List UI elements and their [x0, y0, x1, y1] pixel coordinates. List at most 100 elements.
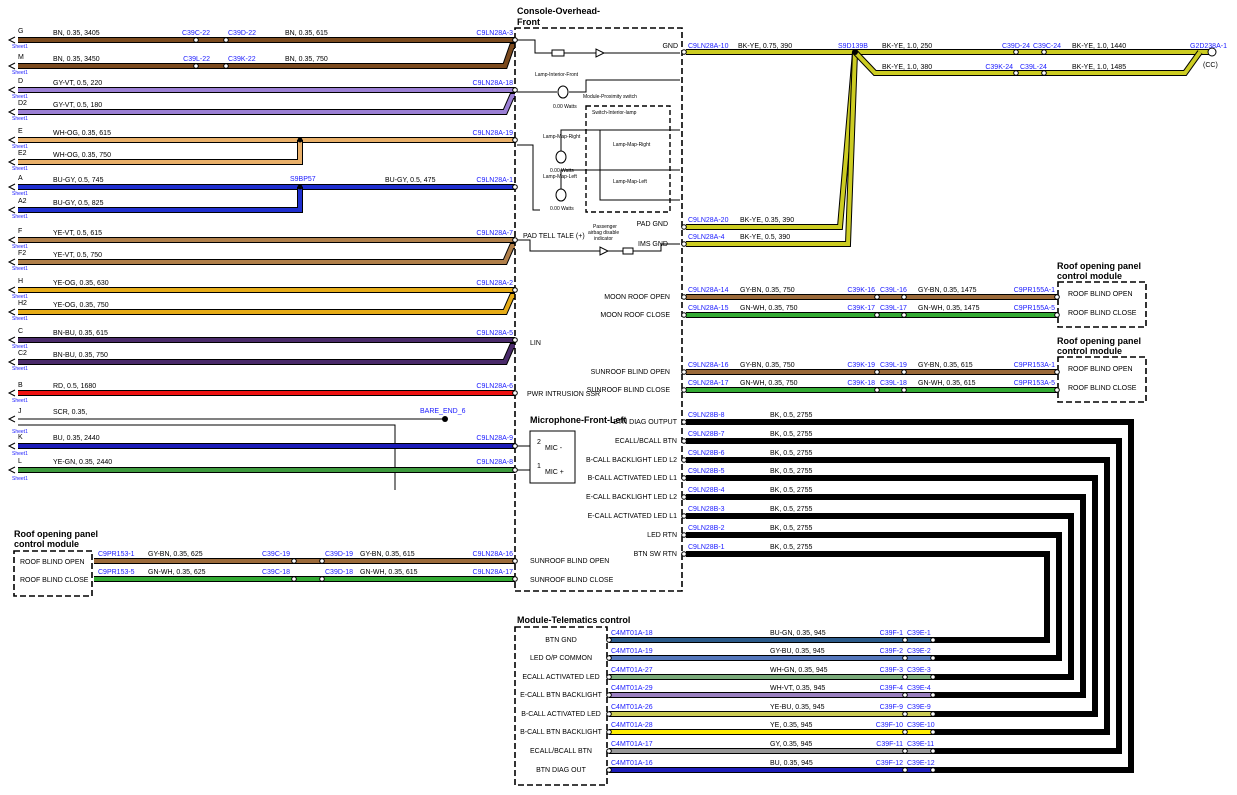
- watts: 0.00 Watts: [550, 206, 574, 212]
- pin-ring: [681, 457, 687, 463]
- pin-ring: [681, 241, 687, 247]
- wire-spec: SCR, 0.35,: [53, 409, 87, 416]
- sheet-arrow: [7, 36, 16, 44]
- splice-label: C39D-19: [325, 551, 353, 558]
- splice-ring: [223, 63, 229, 69]
- pin-ring: [930, 674, 936, 680]
- bk-wire-0-outline: [686, 419, 1134, 773]
- roof-module-2-title: Roof opening panel: [1057, 336, 1141, 346]
- splice-label: C39F-11: [876, 741, 903, 748]
- sheet-arrow: [7, 466, 16, 474]
- pin-label: C9LN28B-8: [688, 412, 725, 419]
- roof-module-1-title: Roof opening panel: [1057, 261, 1141, 271]
- pin-ring: [1054, 387, 1060, 393]
- pin-ring: [512, 443, 518, 449]
- splice-label: C39E-9: [907, 704, 931, 711]
- pin-ring: [681, 294, 687, 300]
- gnd-label: GND: [662, 43, 678, 50]
- pin-ring: [902, 711, 908, 717]
- roof-close: ROOF BLIND CLOSE: [20, 577, 89, 584]
- splice-label: C39E-10: [907, 722, 935, 729]
- mic-title: Microphone-Front-Left: [530, 415, 626, 425]
- wire-spec: BN-BU, 0.35, 615: [53, 330, 108, 337]
- pin-label: C9PR155A-1: [1014, 287, 1055, 294]
- pin-ring: [902, 767, 908, 773]
- console-title-2: Front: [517, 17, 540, 27]
- sheet-label: Sheet1: [12, 266, 28, 272]
- diode: [595, 48, 606, 58]
- pin-ring: [512, 237, 518, 243]
- wire-spec: BK-YE, 0.5, 390: [740, 234, 790, 241]
- console-right-label: SUNROOF BLIND OPEN: [591, 369, 670, 376]
- pin-ring: [512, 37, 518, 43]
- wire-spec: BK, 0.5, 2755: [770, 450, 813, 457]
- splice-label: C39L-19: [880, 362, 907, 369]
- pin-ring: [512, 576, 518, 582]
- wire-spec: BK, 0.5, 2755: [770, 544, 813, 551]
- splice-label: C39F-3: [880, 667, 903, 674]
- ground-label: G2D238A-1: [1190, 43, 1227, 50]
- wire-spec: YE-BU, 0.35, 945: [770, 704, 825, 711]
- bk-wire-7: [686, 552, 1049, 642]
- map-switch: [599, 130, 680, 201]
- pin-ring: [681, 49, 687, 55]
- splice-ring: [193, 37, 199, 43]
- wire-spec: BK-YE, 1.0, 1485: [1072, 64, 1126, 71]
- sunroof-close: SUNROOF BLIND CLOSE: [530, 577, 614, 584]
- pin-label: C9LN28A-8: [476, 459, 513, 466]
- telematics-label: LED O/P COMMON: [530, 655, 592, 662]
- pin-ring: [930, 729, 936, 735]
- wire-letter: C2: [18, 350, 27, 357]
- bk-wire-0: [686, 420, 1133, 772]
- pin-label: C9LN28B-2: [688, 525, 725, 532]
- telematics-label: BTN GND: [545, 637, 577, 644]
- pin-ring: [902, 692, 908, 698]
- pin-ring: [874, 369, 880, 375]
- sheet-arrow: [7, 86, 16, 94]
- console-bk-label: B-CALL BACKLIGHT LED L2: [586, 457, 677, 464]
- sheet-label: Sheet1: [12, 94, 28, 100]
- pin-ring: [606, 748, 612, 754]
- lin-label: LIN: [530, 340, 541, 347]
- pin-ring: [606, 637, 612, 643]
- wire-spec: YE-GN, 0.35, 2440: [53, 459, 112, 466]
- splice-label: C39L-16: [880, 287, 907, 294]
- console-right-label: SUNROOF BLIND CLOSE: [587, 387, 671, 394]
- splice-label: C39K-18: [847, 380, 875, 387]
- wire-spec: GN-WH, 0.35, 615: [918, 380, 976, 387]
- console-right-label: MOON ROOF CLOSE: [600, 312, 670, 319]
- pin-ring: [1041, 70, 1047, 76]
- pin-ring: [512, 337, 518, 343]
- pin-label: C9LN28A-20: [688, 217, 729, 224]
- pin-ring: [1013, 49, 1019, 55]
- wire-spec: GY-BN, 0.35, 625: [148, 551, 203, 558]
- lamp-right: Lamp-Map-Right: [543, 134, 581, 140]
- splice-label: C39E-11: [907, 741, 934, 748]
- pin-label: C4MT01A-26: [611, 704, 653, 711]
- wire-spec: GN-WH, 0.35, 750: [740, 305, 798, 312]
- pin-ring: [606, 767, 612, 773]
- splice-label: C39F-2: [880, 648, 903, 655]
- wire-letter: J: [18, 408, 22, 415]
- sheet-label: Sheet1: [12, 144, 28, 150]
- pin-label: C9LN28B-5: [688, 468, 725, 475]
- telematics-label: ECALL/BCALL BTN: [530, 748, 592, 755]
- pin-ring: [902, 637, 908, 643]
- pin-ring: [681, 513, 687, 519]
- pin-ring: [874, 294, 880, 300]
- console-bk-label: LED RTN: [647, 532, 677, 539]
- ims-gnd: IMS GND: [638, 241, 668, 248]
- splice-label: C39K-24: [985, 64, 1013, 71]
- pin-ring: [930, 692, 936, 698]
- wire-spec: BK, 0.5, 2755: [770, 431, 813, 438]
- lamp-right-bulb: [555, 150, 567, 164]
- roof-open: ROOF BLIND OPEN: [20, 559, 85, 566]
- wire-letter: F2: [18, 250, 26, 257]
- pin-ring: [930, 655, 936, 661]
- wire-spec: YE-VT, 0.5, 750: [53, 252, 102, 259]
- bk-wire-4: [686, 495, 1085, 697]
- sheet-arrow: [7, 308, 16, 316]
- sheet-label: Sheet1: [12, 294, 28, 300]
- lamp-wire: [517, 39, 552, 54]
- pin-label: C4MT01A-19: [611, 648, 653, 655]
